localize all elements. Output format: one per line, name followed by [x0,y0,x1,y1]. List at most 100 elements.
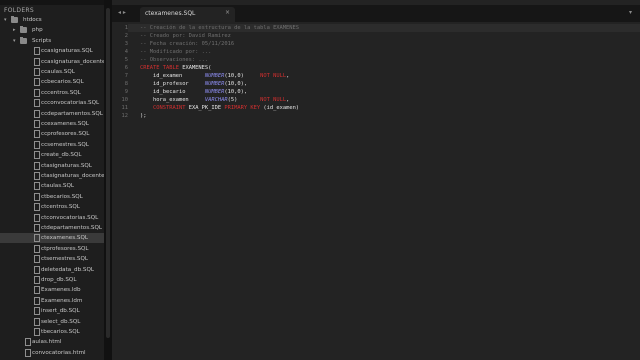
tree-file[interactable]: aulas.html [0,337,104,347]
tree-file[interactable]: ccdepartamentos.SQL [0,109,104,119]
code-line[interactable]: CONSTRAINT EXA_PK_IDE PRIMARY KEY (id_ex… [140,104,299,112]
tree-file[interactable]: ccasignaturas.SQL [0,46,104,56]
file-icon [34,99,40,108]
menu-item-edit[interactable]: Edit [22,0,36,2]
code-line[interactable]: -- Creado por: David Ramírez [140,32,231,40]
sidebar-scrollbar[interactable] [104,0,112,360]
folder-icon [20,36,27,44]
file-icon [25,348,31,357]
tree-file[interactable]: cccentros.SQL [0,88,104,98]
tree-item-label: create_db.SQL [41,152,82,159]
tree-file[interactable]: ctexamenes.SQL [0,233,104,244]
tree-file[interactable]: ccsemestres.SQL [0,140,104,150]
file-icon [34,328,40,336]
code-line[interactable]: -- Creación de la estructura de la tabla… [140,24,299,32]
sidebar-scrollbar-thumb[interactable] [106,8,110,338]
code-line[interactable]: id_examen NUMBER(10,0) NOT NULL, [140,72,289,80]
tree-file[interactable]: tbecarios.SQL [0,327,104,337]
tree-item-label: select_db.SQL [41,318,81,325]
tree-folder[interactable]: ▾ Scripts [0,36,104,46]
tree-file[interactable]: ccexamenes.SQL [0,119,104,129]
tree-file[interactable]: ctprofesores.SQL [0,244,104,254]
menu-item-find[interactable]: Find [62,0,76,2]
tree-item-label: ctprofesores.SQL [41,245,89,252]
line-number-gutter: 1 2 3 4 5 6 7 8 9 10 11 12 [112,24,129,360]
code-line[interactable]: -- Modificado por: ... [140,48,211,56]
line-number: 5 [124,57,128,63]
tree-file[interactable]: ccprofesores.SQL [0,129,104,139]
menu-item-view[interactable]: View [76,0,93,2]
code-token: id_becario [140,89,205,95]
chevron-down-icon[interactable]: ▾ [629,9,632,16]
code-line[interactable]: CREATE TABLE EXAMENES( [140,64,211,72]
code-token: -- Modificado por: ... [140,49,212,55]
line-number: 4 [124,49,128,55]
tree-file[interactable]: Examenes.ldb [0,285,104,295]
tab-ctexamenes[interactable]: ctexamenes.SQL × [140,7,235,22]
tree-item-label: ccasignaturas.SQL [41,48,93,55]
tree-file[interactable]: ctasignaturas_docentes.SQL [0,171,104,181]
code-line[interactable]: -- Observaciones: ... [140,56,208,64]
code-token: -- Creación de la estructura de la tabla… [140,25,300,31]
tree-item-label: ctdepartamentos.SQL [41,225,102,231]
tree-file[interactable]: ccasignaturas_docentes.SQL [0,57,104,67]
tree-item-label: Examenes.ldm [41,297,83,304]
tree-file[interactable]: ctcentros.SQL [0,202,104,212]
tab-nav-arrows-icon[interactable]: ◂ ▸ [118,9,126,16]
code-token: PRIMARY KEY [224,105,261,111]
code-token: EXA_PK_IDE [185,105,225,111]
file-icon [34,172,40,180]
tree-file[interactable]: ctbecarios.SQL [0,192,104,202]
tree-file[interactable]: select_db.SQL [0,317,104,327]
code-token: , [286,97,290,103]
close-icon[interactable]: × [225,9,230,16]
menu-item-file[interactable]: File [4,0,16,2]
tree-folder[interactable]: ▾ htdocs [0,15,104,25]
file-icon [34,317,40,326]
code-line[interactable]: hora_examen VARCHAR(5) NOT NULL, [140,96,289,104]
line-number: 3 [124,41,128,47]
file-icon [34,161,40,170]
file-icon [34,224,40,232]
code-token: NUMBER [204,73,225,79]
tree-file[interactable]: ccaulas.SQL [0,67,104,77]
tree-file[interactable]: ccconvocatorias.SQL [0,98,104,108]
code-line[interactable]: ); [140,112,147,120]
tree-item-label: ccconvocatorias.SQL [41,100,100,107]
tree-file[interactable]: Examenes.ldm [0,296,104,306]
tree-folder[interactable]: ▸ php [0,25,104,35]
tree-file[interactable]: convocatorias.html [0,348,104,358]
tree-item-label: ctbecarios.SQL [41,193,83,200]
tree-file[interactable]: create_db.SQL [0,150,104,160]
file-icon [34,109,40,118]
tree-file[interactable]: deletedata_db.SQL [0,265,104,275]
code-token: NOT NULL [260,97,287,103]
code-token: (10,0), [224,89,248,95]
tree-file[interactable]: drop_db.SQL [0,275,104,285]
chevron-down-icon[interactable]: ▾ [4,15,7,25]
tree-file[interactable]: ctconvocatorias.SQL [0,213,104,223]
chevron-right-icon[interactable]: ▸ [13,25,16,35]
tree-file[interactable]: insert_db.SQL [0,306,104,316]
chevron-down-icon[interactable]: ▾ [13,36,16,46]
file-icon [34,307,40,316]
tree-item-label: ctaulas.SQL [41,183,74,190]
code-line[interactable]: id_becario NUMBER(10,0), [140,88,247,96]
code-line[interactable]: -- Fecha creación: 05/11/2016 [140,40,234,48]
tree-file[interactable]: ctasignaturas.SQL [0,161,104,171]
code-token: -- Observaciones: ... [140,57,209,63]
editor-pane[interactable]: ◂ ▸ ctexamenes.SQL × ▾ 1 2 3 4 5 6 7 8 9 10 11 12 -… [112,0,640,360]
tree-file[interactable]: ccbecarios.SQL [0,77,104,87]
tree-file[interactable]: ctdepartamentos.SQL [0,223,104,233]
line-number: 9 [124,89,128,95]
folders-header: FOLDERS [4,7,35,14]
tree-file[interactable]: ctaulas.SQL [0,181,104,191]
code-token: (5) [227,97,261,103]
tree-item-label: ctasignaturas_docentes.SQL [41,173,104,179]
tab-title: ctexamenes.SQL [145,10,196,17]
code-token: id_profesor [140,81,205,87]
tree-file[interactable]: ctsemestres.SQL [0,254,104,264]
code-line[interactable]: id_profesor NUMBER(10,0), [140,80,247,88]
file-icon [34,151,40,160]
